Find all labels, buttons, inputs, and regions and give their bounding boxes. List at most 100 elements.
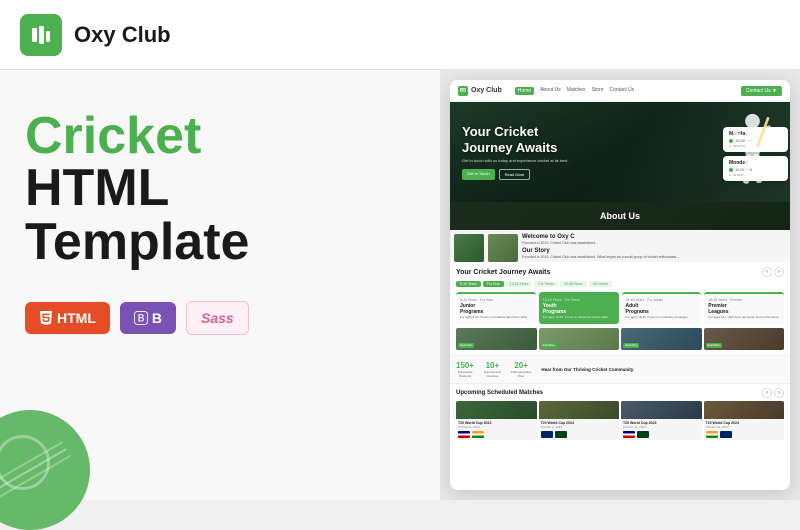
nav-home[interactable]: Home — [515, 87, 534, 95]
nav-store[interactable]: Store — [592, 87, 604, 95]
nav-about[interactable]: About Us — [540, 87, 561, 95]
flag-australia — [458, 431, 470, 438]
flag-pakistan-2 — [637, 431, 649, 438]
headline-html: HTML — [25, 159, 169, 217]
photo-thumb-2: Read More — [539, 328, 620, 350]
youth-desc: For ages 13-16. Focus on advanced cricke… — [543, 316, 615, 320]
junior-programs-card: 5-10 Years · For Kids JuniorPrograms For… — [456, 292, 536, 324]
mockup-about-section: About Us Welcome to Oxy C Founded in 201… — [450, 202, 790, 262]
match-teams-3 — [623, 431, 700, 438]
stat-coaches-number: 10+ — [484, 361, 501, 370]
read-more-1[interactable]: Read More — [458, 343, 474, 348]
html-badge-label: HTML — [57, 310, 96, 326]
read-more-3[interactable]: Read More — [623, 343, 639, 348]
tag-all-levels[interactable]: All Levels — [589, 281, 612, 287]
match-date-2: October 9, 2024 — [541, 425, 618, 429]
headline-template: Template — [25, 214, 415, 271]
match-date-1: October 8, 2024 — [458, 425, 535, 429]
programs-nav: ‹ › — [762, 267, 784, 277]
about-heading: Welcome to Oxy C — [522, 234, 786, 240]
about-banner: About Us — [450, 202, 790, 230]
flag-pakistan — [555, 431, 567, 438]
photo-thumb-1: Read More — [456, 328, 537, 350]
stat-students-label: SuccessfulStudents — [456, 370, 474, 378]
about-title: About Us — [600, 211, 640, 221]
premier-name: PremierLeagues — [708, 303, 780, 315]
match-card-4: T20 World Cup 2024 October 13, 2024 — [704, 401, 785, 440]
match-cards: T20 World Cup 2024 October 8, 2024 T20 W… — [456, 401, 784, 440]
junior-label: 5-10 Years · For Kids — [460, 298, 532, 302]
hero-read-more-btn[interactable]: Read More — [499, 169, 531, 180]
nav-contact[interactable]: Contact Us — [610, 87, 635, 95]
left-panel: Cricket HTML Template HTML B Sass — [0, 70, 440, 500]
nav-matches[interactable]: Matches — [567, 87, 586, 95]
hero-get-in-touch-btn[interactable]: Get In Touch — [462, 169, 495, 180]
program-tags: 5-10 Years For Kids 13-16 Years For Teen… — [456, 281, 784, 287]
upcoming-matches-section: Upcoming Scheduled Matches ‹ › T20 World… — [450, 383, 790, 444]
brand-name: Oxy Club — [74, 22, 171, 48]
read-more-4[interactable]: Read More — [706, 343, 722, 348]
about-para-1: Founded in 2010, Cricket Club was establ… — [522, 241, 786, 246]
match-card-body-3: T20 World Cup 2024 October 11, 2024 — [621, 419, 702, 440]
match-card-top-1 — [456, 401, 537, 419]
brand-logo-icon — [20, 14, 62, 56]
match-card-2: T20 World Cup 2024 October 9, 2024 — [539, 401, 620, 440]
photo-row: Read More Read More Read More Read More — [456, 328, 784, 350]
main-content: Cricket HTML Template HTML B Sass — [0, 70, 800, 500]
mockup-contact-btn[interactable]: Contact Us ▼ — [741, 86, 782, 96]
cricket-seam — [0, 435, 50, 490]
match-card-body-1: T20 World Cup 2024 October 8, 2024 — [456, 419, 537, 440]
our-story-heading: Our Story — [522, 248, 786, 254]
match-card-body-4: T20 World Cup 2024 October 13, 2024 — [704, 419, 785, 440]
match-card-top-3 — [621, 401, 702, 419]
read-more-2[interactable]: Read More — [541, 343, 557, 348]
bootstrap-badge-label: B — [152, 310, 162, 326]
programs-title: Your Cricket Journey Awaits — [456, 269, 550, 276]
match-teams-1 — [458, 431, 535, 438]
programs-prev-btn[interactable]: ‹ — [762, 267, 772, 277]
matches-prev-btn[interactable]: ‹ — [762, 388, 772, 398]
mockup-logo-icon: m — [458, 86, 468, 96]
flag-england-2 — [720, 431, 732, 438]
sass-badge: Sass — [186, 301, 249, 335]
mockup-header: m Oxy Club Home About Us Matches Store C… — [450, 80, 790, 102]
stat-students: 150+ SuccessfulStudents — [456, 361, 474, 378]
stat-championships-label: ChampionshipsWon — [511, 370, 532, 378]
premier-label: 18-45 Years · Premier — [708, 298, 780, 302]
youth-name: YouthPrograms — [543, 303, 615, 315]
cricketer-image — [725, 112, 780, 202]
youth-label: 13-16 Years · For Teens — [543, 298, 615, 302]
mockup-logo-text: Oxy Club — [471, 87, 502, 94]
headline-cricket: Cricket — [25, 110, 415, 162]
match-teams-4 — [706, 431, 783, 438]
our-story-para: Founded in 2010, Cricket Club was establ… — [522, 255, 786, 260]
programs-next-btn[interactable]: › — [774, 267, 784, 277]
match-card-top-2 — [539, 401, 620, 419]
stats-row: 150+ SuccessfulStudents 10+ ExperiencedC… — [450, 355, 790, 383]
tag-18-45[interactable]: 18-45 Years — [560, 281, 587, 287]
stat-championships: 20+ ChampionshipsWon — [511, 361, 532, 378]
matches-header: Upcoming Scheduled Matches ‹ › — [456, 388, 784, 398]
matches-next-btn[interactable]: › — [774, 388, 784, 398]
about-image-2 — [488, 234, 518, 262]
flag-india — [472, 431, 484, 438]
programs-header: Your Cricket Journey Awaits ‹ › — [456, 267, 784, 277]
tag-for-teens[interactable]: For Teens — [534, 281, 558, 287]
page-header: Oxy Club — [0, 0, 800, 70]
tag-13-16[interactable]: 13-16 Years — [506, 281, 533, 287]
mockup-hero: Your CricketJourney Awaits Get in touch … — [450, 102, 790, 202]
match-card-top-4 — [704, 401, 785, 419]
flag-australia-2 — [623, 431, 635, 438]
stat-coaches-label: ExperiencedCoaches — [484, 370, 501, 378]
premier-desc: For ages 18+. High-level gameplay and pe… — [708, 316, 780, 320]
sass-badge-label: Sass — [201, 310, 234, 326]
flag-england — [541, 431, 553, 438]
tag-for-kids[interactable]: For Kids — [483, 281, 504, 287]
youth-programs-card: 13-16 Years · For Teens YouthPrograms Fo… — [539, 292, 619, 324]
about-content: Welcome to Oxy C Founded in 2010, Cricke… — [450, 230, 790, 262]
match-date-3: October 11, 2024 — [623, 425, 700, 429]
matches-nav: ‹ › — [762, 388, 784, 398]
adult-programs-card: 18-45 Years · For Adults AdultPrograms F… — [622, 292, 702, 324]
match-card-1: T20 World Cup 2024 October 8, 2024 — [456, 401, 537, 440]
tag-5-10[interactable]: 5-10 Years — [456, 281, 481, 287]
